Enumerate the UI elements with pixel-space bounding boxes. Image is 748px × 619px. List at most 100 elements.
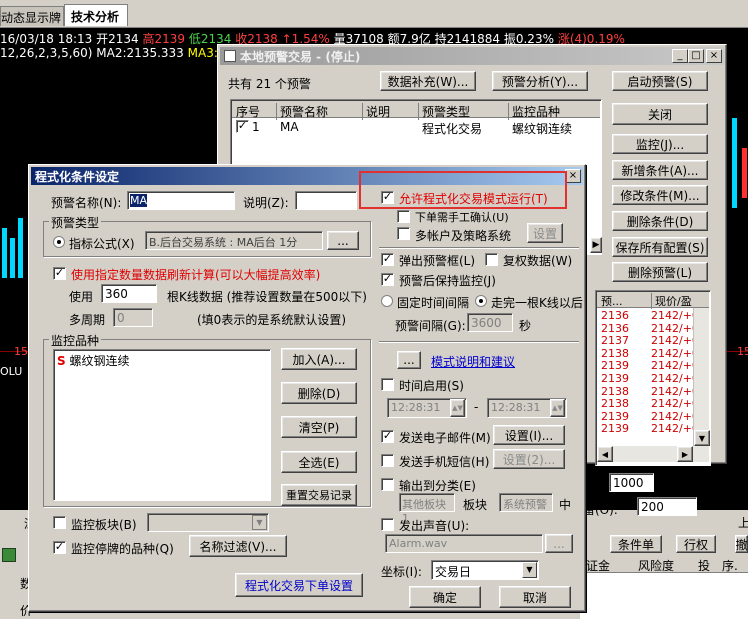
desc-input[interactable] <box>295 191 357 210</box>
reuse-data-checkbox[interactable] <box>485 253 498 266</box>
cancel-button[interactable]: 取消 <box>499 586 571 608</box>
cancel-order-button[interactable]: 撤 <box>735 535 748 553</box>
multi-period-desc: (填0表示的是系统默认设置) <box>197 313 346 327</box>
alert-price-cell: 2136 <box>601 309 629 322</box>
price-scrollbar[interactable]: ▼ <box>693 308 710 446</box>
monitor-stopped-checkbox[interactable]: ✓ <box>53 541 66 554</box>
price-row[interactable]: 2139 2142/+0 <box>597 359 699 372</box>
tab-technical-analysis[interactable]: 技术分析 <box>64 4 128 26</box>
price-row[interactable]: 2136 2142/+0 <box>597 322 699 335</box>
price-row[interactable]: 2138 2142/+0 <box>597 385 699 398</box>
use-desc: 根K线数据 (推荐设置数量在500以下) <box>167 290 367 304</box>
explain-link[interactable]: 模式说明和建议 <box>431 353 515 370</box>
chevron-down-icon[interactable]: ▼ <box>522 562 537 578</box>
block-word: 板块 <box>463 498 488 512</box>
kline-end-radio[interactable] <box>475 295 487 307</box>
monitor-list[interactable]: S 螺纹钢连续 <box>53 349 271 501</box>
manual-confirm-checkbox[interactable] <box>397 210 410 223</box>
ms-input[interactable]: 1000 <box>609 473 654 492</box>
col-desc[interactable]: 说明 <box>362 103 390 120</box>
fixed-interval-radio[interactable] <box>381 295 393 307</box>
alert-analysis-button[interactable]: 预警分析(Y)... <box>492 71 588 91</box>
indicator-browse-button[interactable]: ... <box>327 231 359 250</box>
delete-alert-button[interactable]: 删除预警(L) <box>612 262 708 282</box>
multi-period-input: 0 <box>113 308 153 327</box>
desc-label: 说明(Z): <box>243 196 289 210</box>
price-row[interactable]: 2136 2142/+0 <box>597 309 699 322</box>
scroll-right-button[interactable]: ▶ <box>590 237 602 253</box>
col-name[interactable]: 预警名称 <box>276 103 328 120</box>
add-monitor-button[interactable]: 加入(A)... <box>281 348 357 370</box>
sms-setting-button: 设置(2)... <box>493 449 565 469</box>
row-checkbox[interactable]: ✓ <box>236 120 249 133</box>
col-item[interactable]: 监控品种 <box>508 103 560 120</box>
alert-window-titlebar[interactable]: 本地预警交易 - (停止) <box>220 47 724 65</box>
delete-monitor-button[interactable]: 删除(D) <box>281 382 357 404</box>
volume-label: OLU <box>0 365 23 378</box>
monitor-block-checkbox[interactable] <box>53 516 66 529</box>
multi-account-checkbox[interactable] <box>397 227 410 240</box>
price-row[interactable]: 2138 2142/+0 <box>597 397 699 410</box>
sound-checkbox[interactable] <box>381 518 394 531</box>
price-row[interactable]: 2139 2142/+0 <box>597 410 699 423</box>
start-alert-button[interactable]: 启动预警(S) <box>612 71 708 91</box>
minimize-button[interactable]: _ <box>672 49 688 63</box>
add-condition-button[interactable]: 新增条件(A)... <box>612 160 708 180</box>
price-row[interactable]: 2139 2142/+0 <box>597 422 699 435</box>
scroll-left-button[interactable]: ◀ <box>597 446 613 462</box>
sound-label: 发出声音(U): <box>399 519 470 533</box>
order-settings-button[interactable]: 程式化交易下单设置 <box>235 573 363 597</box>
price-hscrollbar[interactable]: ◀ ▶ <box>597 446 709 462</box>
use-count-input[interactable]: 360 <box>101 284 157 303</box>
coord-select[interactable]: 交易日 ▼ <box>431 560 539 580</box>
sms-checkbox[interactable] <box>381 454 394 467</box>
col-index[interactable]: 序号 <box>236 103 260 120</box>
ok-button[interactable]: 确定 <box>409 586 481 608</box>
price-row[interactable]: 2138 2142/+0 <box>597 347 699 360</box>
clear-monitor-button[interactable]: 清空(P) <box>281 416 357 438</box>
tab-dynamic-board[interactable]: 动态显示牌 <box>0 6 64 26</box>
price-row[interactable]: 2137 2142/+0 <box>597 334 699 347</box>
col-current-price[interactable]: 现价/盈 <box>651 293 692 309</box>
allow-program-checkbox[interactable]: ✓ <box>381 191 394 204</box>
col-alert-price[interactable]: 预... <box>601 293 623 309</box>
price-row[interactable]: 2139 2142/+0 <box>597 372 699 385</box>
ms-rate-label: 率: <box>588 478 605 492</box>
lock-icon[interactable] <box>2 548 16 562</box>
maximize-button[interactable]: □ <box>688 49 704 63</box>
use-count-checkbox[interactable]: ✓ <box>53 267 66 280</box>
popup-alert-checkbox[interactable]: ✓ <box>381 253 394 266</box>
email-setting-button[interactable]: 设置(I)... <box>493 425 565 445</box>
keep-monitor-checkbox[interactable]: ✓ <box>381 273 394 286</box>
condition-order-button[interactable]: 条件单 <box>610 535 662 553</box>
indicator-radio[interactable] <box>53 236 65 248</box>
save-config-button[interactable]: 保存所有配置(S) <box>612 237 708 257</box>
name-filter-button[interactable]: 名称过滤(V)... <box>189 535 287 557</box>
table-row[interactable]: ✓ 1 MA 程式化交易 螺纹钢连续 <box>232 119 600 136</box>
col-type[interactable]: 预警类型 <box>418 103 470 120</box>
modify-condition-button[interactable]: 修改条件(M)... <box>612 185 708 205</box>
scroll-right-button-h[interactable]: ▶ <box>677 446 693 462</box>
bar-open: 开2134 <box>96 32 139 46</box>
scroll-down-button[interactable]: ▼ <box>694 430 710 446</box>
reset-trade-record-button[interactable]: 重置交易记录 <box>281 484 357 506</box>
time-enable-checkbox[interactable] <box>381 378 394 391</box>
dialog-close-icon[interactable]: × <box>565 169 581 183</box>
monitor-button[interactable]: 监控(J)... <box>612 134 708 154</box>
name-input[interactable]: MA <box>127 191 235 210</box>
top-right-label: 上 <box>738 516 748 530</box>
output-category-checkbox[interactable] <box>381 478 394 491</box>
data-supplement-button[interactable]: 数据补充(W)... <box>380 71 476 91</box>
time-enable-label: 时间启用(S) <box>399 379 464 393</box>
explain-browse-button[interactable]: ... <box>397 351 421 369</box>
list-item[interactable]: S 螺纹钢连续 <box>57 352 130 369</box>
delete-condition-button[interactable]: 删除条件(D) <box>612 211 708 231</box>
email-checkbox[interactable]: ✓ <box>381 430 394 443</box>
exercise-button[interactable]: 行权 <box>676 535 716 553</box>
price-list[interactable]: 预... 现价/盈 2136 2142/+0 2136 2142/+0 2137 2142… <box>595 290 711 466</box>
close-button[interactable]: 关闭 <box>612 103 708 125</box>
time-to-spinner: ▲▼ <box>550 399 565 417</box>
close-icon[interactable]: × <box>706 49 722 63</box>
select-all-button[interactable]: 全选(E) <box>281 451 357 473</box>
keep-input[interactable]: 200 <box>637 497 697 516</box>
